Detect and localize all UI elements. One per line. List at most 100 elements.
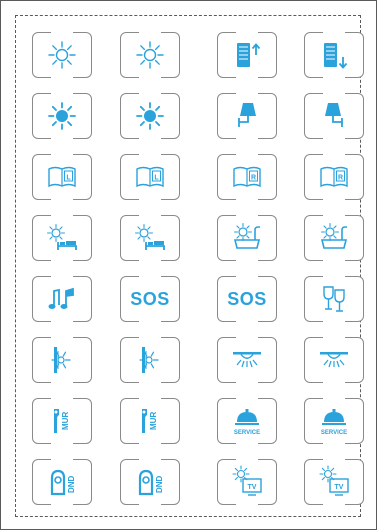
button-notch (236, 442, 258, 445)
svg-text:L: L (154, 175, 159, 182)
button-notch (139, 275, 161, 278)
button-notch (323, 153, 345, 156)
keypad-button-room-service-4[interactable]: SERVICE (304, 397, 364, 445)
button-notch (51, 214, 73, 217)
button-notch (139, 320, 161, 323)
keypad-button-reading-light-left-2[interactable]: L (120, 153, 180, 201)
keypad-button-wine-glasses-4[interactable] (304, 275, 364, 323)
reading-light-right-icon: R (229, 159, 265, 195)
button-notch (51, 275, 73, 278)
button-notch (236, 31, 258, 34)
sun-outline-icon (132, 37, 168, 73)
button-notch (323, 320, 345, 323)
bed-light-icon (132, 220, 168, 256)
keypad-button-ceiling-light-3[interactable] (217, 336, 277, 384)
button-notch (323, 137, 345, 140)
svg-text:SERVICE: SERVICE (234, 430, 260, 436)
svg-text:MUR: MUR (149, 412, 158, 430)
button-notch (236, 153, 258, 156)
keypad-button-tv-light-3[interactable]: TV (217, 458, 277, 506)
button-notch (323, 336, 345, 339)
keypad-button-bath-light-3[interactable] (217, 214, 277, 262)
ceiling-light-icon (229, 342, 265, 378)
wall-lamp-left-icon (229, 98, 265, 134)
keypad-button-sos-2[interactable]: SOS (120, 275, 180, 323)
keypad-button-tv-light-4[interactable]: TV (304, 458, 364, 506)
sos-label: SOS (227, 288, 267, 309)
key-grid: L L R R SOS SOS MUR MUR SERVICE SERVICE … (16, 16, 364, 516)
keypad-button-make-up-room-1[interactable]: MUR (32, 397, 92, 445)
button-notch (236, 320, 258, 323)
do-not-disturb-icon: DND (132, 464, 168, 500)
button-notch (323, 198, 345, 201)
svg-text:TV: TV (335, 484, 344, 491)
button-notch (323, 442, 345, 445)
tv-light-icon: TV (229, 464, 265, 500)
button-notch (323, 76, 345, 79)
keypad-button-music-1[interactable] (32, 275, 92, 323)
button-notch (323, 275, 345, 278)
keypad-button-sun-outline-2[interactable] (120, 31, 180, 79)
keypad-button-bath-light-4[interactable] (304, 214, 364, 262)
keypad-button-wall-lamp-left-3[interactable] (217, 92, 277, 140)
button-notch (139, 137, 161, 140)
keypad-button-wall-lamp-right-4[interactable] (304, 92, 364, 140)
keypad-button-room-service-3[interactable]: SERVICE (217, 397, 277, 445)
do-not-disturb-icon: DND (44, 464, 80, 500)
make-up-room-icon: MUR (44, 403, 80, 439)
button-notch (139, 92, 161, 95)
keypad-button-blind-down-4[interactable] (304, 31, 364, 79)
keypad-button-sun-outline-1[interactable] (32, 31, 92, 79)
keypad-button-sun-filled-2[interactable] (120, 92, 180, 140)
keypad-button-bed-light-2[interactable] (120, 214, 180, 262)
sun-outline-icon (44, 37, 80, 73)
keypad-button-blind-up-3[interactable] (217, 31, 277, 79)
button-notch (236, 137, 258, 140)
keypad-button-do-not-disturb-1[interactable]: DND (32, 458, 92, 506)
button-notch (323, 458, 345, 461)
svg-text:MUR: MUR (61, 412, 70, 430)
button-notch (323, 259, 345, 262)
keypad-frame: L L R R SOS SOS MUR MUR SERVICE SERVICE … (15, 15, 364, 517)
keypad-button-do-not-disturb-2[interactable]: DND (120, 458, 180, 506)
button-notch (51, 320, 73, 323)
button-notch (236, 92, 258, 95)
button-notch (51, 442, 73, 445)
button-notch (51, 76, 73, 79)
keypad-button-reading-light-left-1[interactable]: L (32, 153, 92, 201)
button-notch (236, 275, 258, 278)
keypad-button-wall-washer-1[interactable] (32, 336, 92, 384)
button-notch (236, 336, 258, 339)
button-notch (51, 198, 73, 201)
button-notch (236, 397, 258, 400)
svg-text:R: R (338, 175, 343, 182)
keypad-button-bed-light-1[interactable] (32, 214, 92, 262)
svg-text:DND: DND (155, 475, 164, 493)
keypad-button-sos-3[interactable]: SOS (217, 275, 277, 323)
button-notch (51, 137, 73, 140)
room-service-icon: SERVICE (229, 403, 265, 439)
keypad-button-reading-light-right-4[interactable]: R (304, 153, 364, 201)
button-notch (323, 397, 345, 400)
button-notch (139, 76, 161, 79)
button-notch (323, 503, 345, 506)
keypad-button-make-up-room-2[interactable]: MUR (120, 397, 180, 445)
music-icon (44, 281, 80, 317)
button-notch (323, 381, 345, 384)
bath-light-icon (229, 220, 265, 256)
svg-text:TV: TV (248, 484, 257, 491)
svg-text:L: L (66, 175, 71, 182)
keypad-button-reading-light-right-3[interactable]: R (217, 153, 277, 201)
keypad-panel: L L R R SOS SOS MUR MUR SERVICE SERVICE … (0, 0, 377, 530)
keypad-button-sun-filled-1[interactable] (32, 92, 92, 140)
wine-glasses-icon (316, 281, 352, 317)
keypad-button-ceiling-light-4[interactable] (304, 336, 364, 384)
button-notch (236, 198, 258, 201)
ceiling-light-icon (316, 342, 352, 378)
button-notch (51, 153, 73, 156)
button-notch (139, 458, 161, 461)
keypad-button-wall-washer-2[interactable] (120, 336, 180, 384)
button-notch (323, 214, 345, 217)
button-notch (51, 259, 73, 262)
reading-light-left-icon: L (44, 159, 80, 195)
